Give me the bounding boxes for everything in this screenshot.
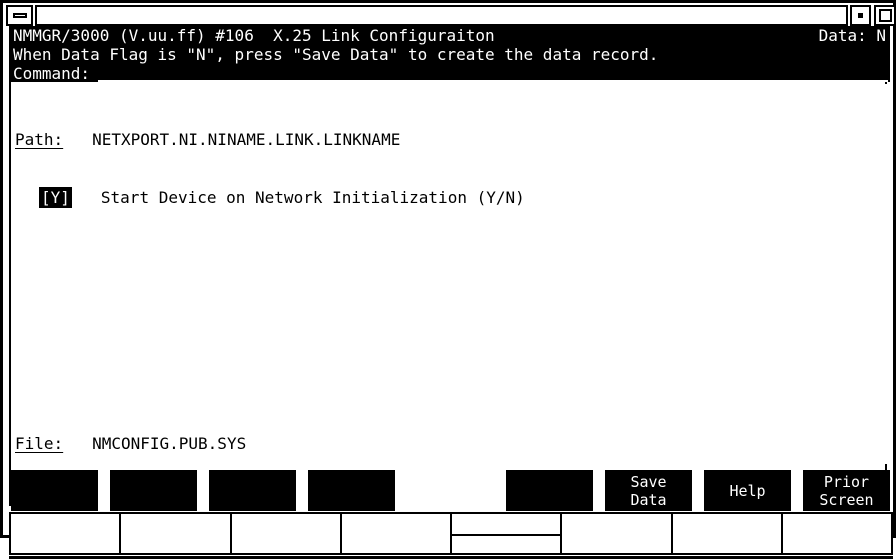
function-key-strip: Save Data Help Prior Screen: [11, 467, 890, 511]
path-value: NETXPORT.NI.NINAME.LINK.LINKNAME: [92, 130, 401, 149]
terminal-screen: NMMGR/3000 (V.uu.ff) #106 X.25 Link Conf…: [0, 26, 896, 559]
path-spacer: [63, 130, 92, 149]
function-key-f8-line2: Screen: [819, 490, 874, 509]
screen-title: NMMGR/3000 (V.uu.ff) #106 X.25 Link Conf…: [13, 26, 495, 45]
function-key-save-data[interactable]: Save Data: [605, 470, 692, 511]
softkey-cell-1[interactable]: [11, 514, 122, 553]
small-square-icon: [858, 13, 863, 18]
screen-header-block: NMMGR/3000 (V.uu.ff) #106 X.25 Link Conf…: [11, 26, 890, 83]
function-key-f6-line2: Data: [630, 490, 667, 509]
function-key-f2[interactable]: [110, 470, 197, 511]
data-flag-status: Data: N: [818, 26, 886, 45]
restore-button[interactable]: [850, 5, 871, 26]
start-device-field[interactable]: [Y]: [39, 187, 72, 208]
start-device-label: Start Device on Network Initialization (…: [100, 188, 525, 207]
function-key-f4[interactable]: [308, 470, 395, 511]
softkey-label-row: [9, 512, 893, 555]
softkey-cell-7[interactable]: [672, 514, 783, 553]
softkey-cell-3[interactable]: [231, 514, 342, 553]
form-area: Path: NETXPORT.NI.NINAME.LINK.LINKNAME […: [11, 84, 890, 464]
path-row: Path: NETXPORT.NI.NINAME.LINK.LINKNAME: [15, 130, 400, 149]
function-key-f6-line1: Save: [630, 472, 667, 491]
function-key-help[interactable]: Help: [704, 470, 791, 511]
softkey-cell-4[interactable]: [341, 514, 452, 553]
function-key-f1[interactable]: [11, 470, 98, 511]
terminal-window: NMMGR/3000 (V.uu.ff) #106 X.25 Link Conf…: [0, 0, 896, 559]
softkey-cell-6[interactable]: [562, 514, 673, 553]
file-value: NMCONFIG.PUB.SYS: [92, 434, 247, 453]
minimize-bar-icon: [12, 13, 27, 18]
window-titlebar: [0, 0, 896, 26]
hint-message: When Data Flag is "N", press "Save Data"…: [13, 45, 659, 64]
function-key-prior-screen[interactable]: Prior Screen: [803, 470, 890, 511]
file-spacer: [63, 434, 92, 453]
window-title-field: [35, 5, 848, 26]
file-label: File:: [15, 434, 64, 453]
softkey-cell-2[interactable]: [121, 514, 232, 553]
start-device-field-row: [Y] Start Device on Network Initializati…: [15, 187, 525, 208]
softkey-cell-8[interactable]: [782, 514, 891, 553]
maximize-button[interactable]: [874, 5, 896, 26]
function-key-f7-line1: Help: [729, 481, 766, 500]
command-input[interactable]: [98, 80, 888, 82]
function-key-f3[interactable]: [209, 470, 296, 511]
path-label: Path:: [15, 130, 64, 149]
file-row: File: NMCONFIG.PUB.SYS: [15, 434, 246, 453]
command-label: Command:: [13, 64, 91, 83]
window-menu-icon[interactable]: [6, 5, 33, 26]
large-square-icon: [878, 9, 892, 22]
function-key-f5[interactable]: [506, 470, 593, 511]
function-key-f8-line1: Prior: [823, 472, 870, 491]
softkey-cell-5[interactable]: [452, 514, 563, 553]
